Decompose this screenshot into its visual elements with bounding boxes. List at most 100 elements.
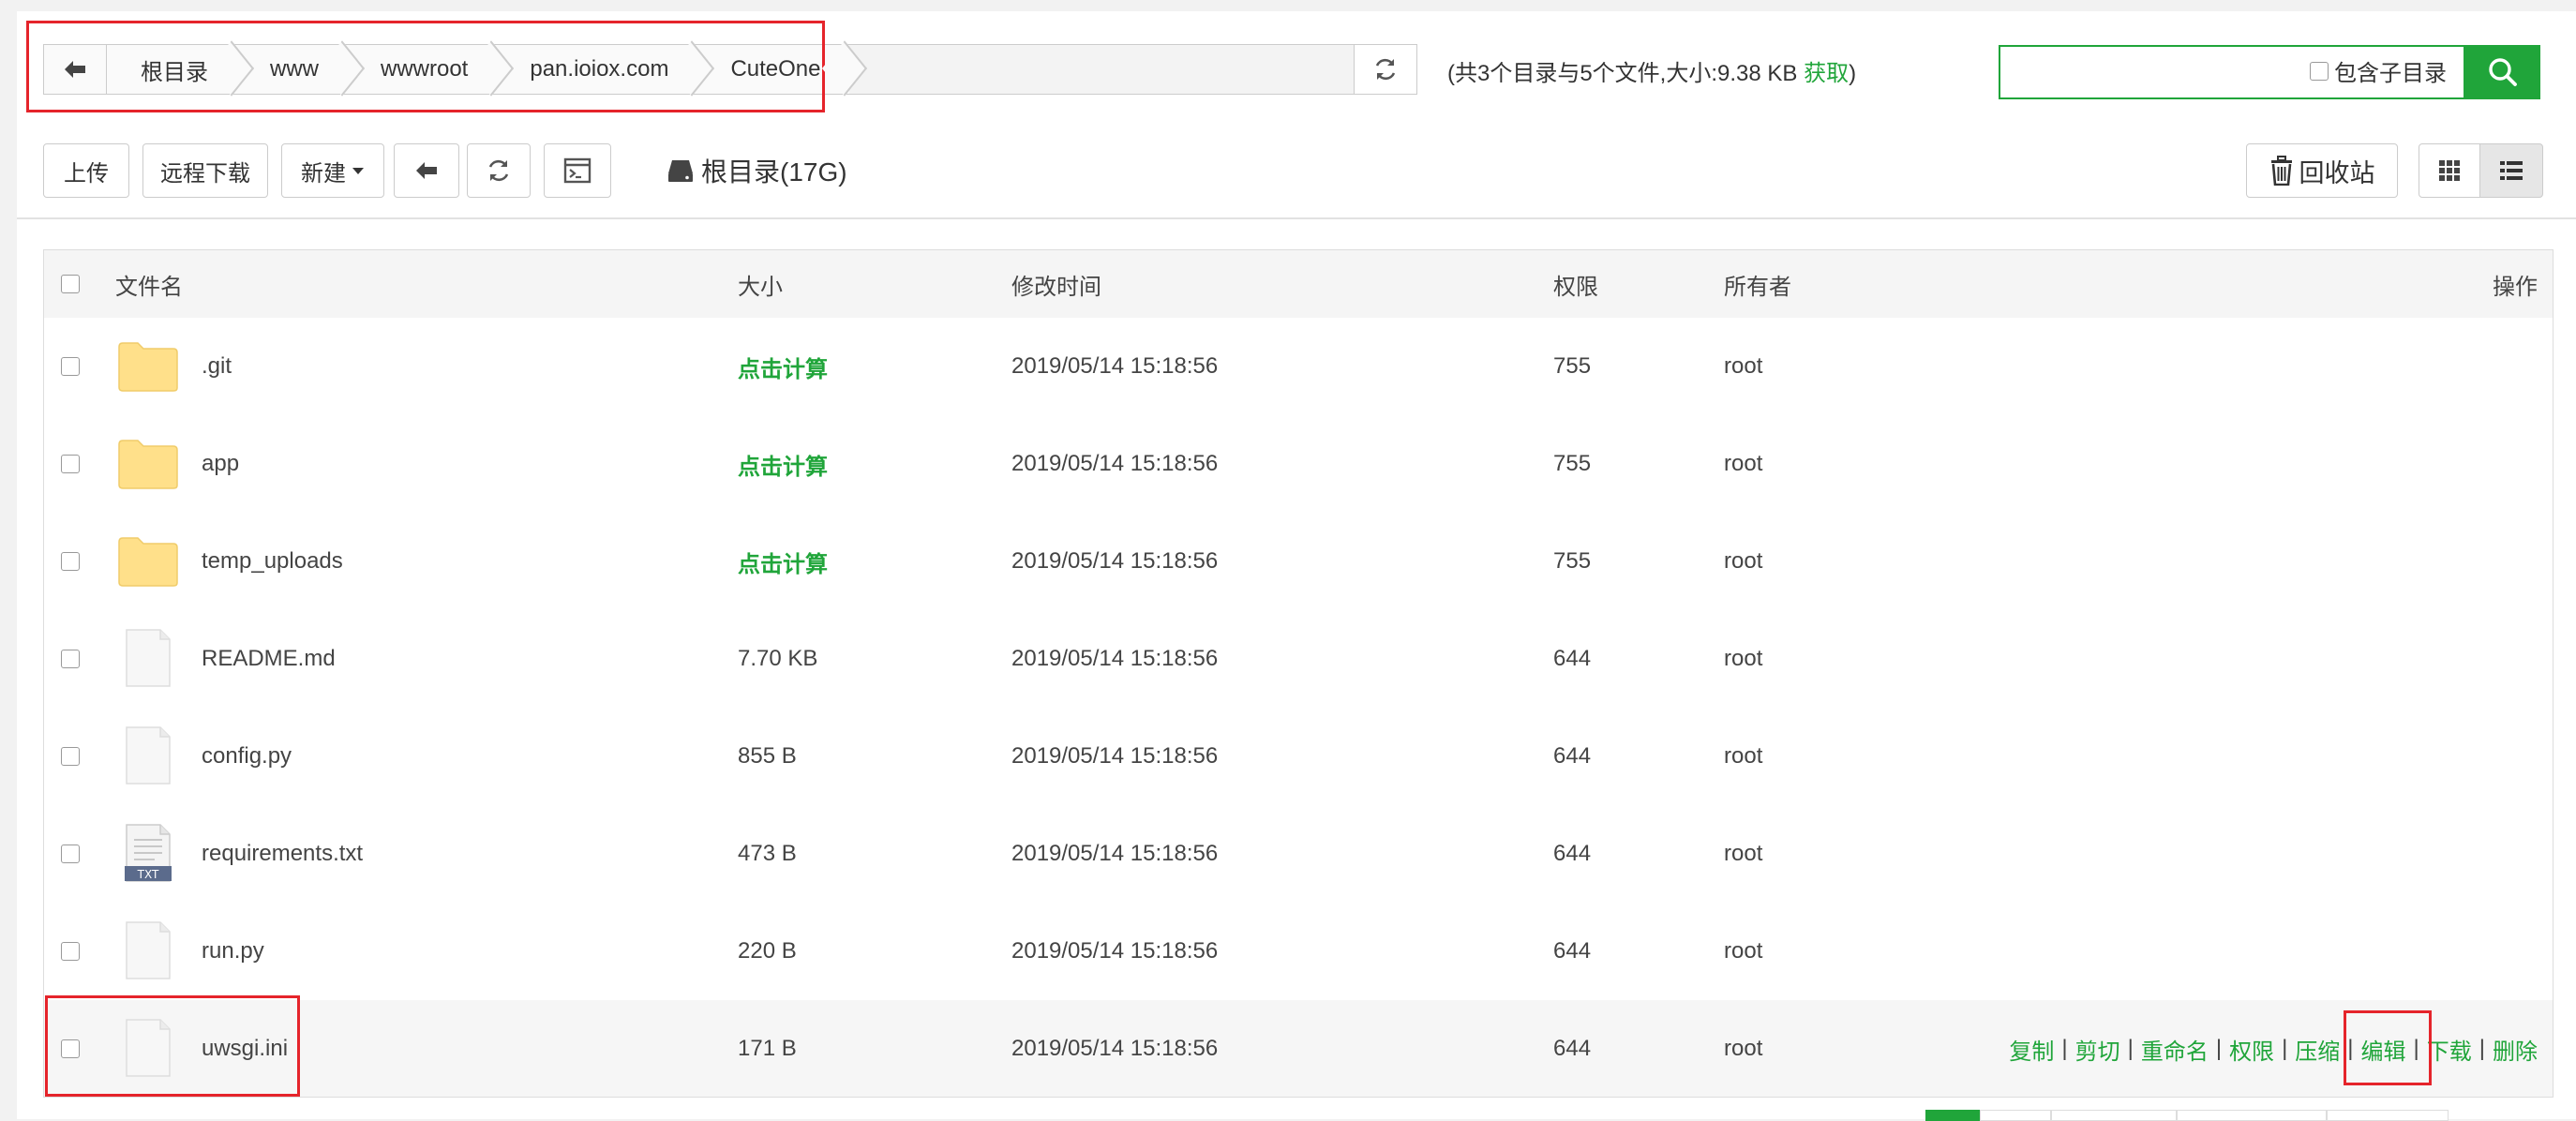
remote-download-button[interactable]: 远程下载 (142, 143, 268, 198)
directory-summary: (共3个目录与5个文件,大小:9.38 KB 获取) (1447, 61, 1857, 86)
file-name-link[interactable]: app (202, 451, 239, 477)
txt-file-icon: TXT (125, 824, 172, 882)
perm: 755 (1553, 548, 1592, 574)
breadcrumb-item-root[interactable]: 根目录 (107, 45, 236, 94)
owner: root (1724, 353, 1763, 379)
perm: 644 (1553, 646, 1592, 671)
grid-icon (2439, 160, 2460, 181)
select-all-checkbox[interactable] (61, 275, 80, 293)
include-subdir-option[interactable]: 包含子目录 (2310, 54, 2447, 87)
owner: root (1724, 646, 1763, 671)
terminal-icon (563, 157, 592, 184)
pagination-item[interactable] (2051, 1110, 2177, 1121)
perm: 644 (1553, 1036, 1592, 1061)
search-input[interactable] (2004, 51, 2308, 96)
calc-size-link[interactable]: 点击计算 (738, 415, 828, 513)
row-checkbox[interactable] (61, 650, 80, 668)
go-back-button[interactable] (394, 143, 459, 198)
row-checkbox[interactable] (61, 844, 80, 863)
perm: 755 (1553, 451, 1592, 476)
path-back-button[interactable] (44, 45, 107, 94)
header-mtime[interactable]: 修改时间 (1011, 250, 1101, 318)
recycle-bin-button[interactable]: 回收站 (2246, 143, 2398, 198)
pagination-current[interactable] (1925, 1110, 1980, 1121)
row-checkbox[interactable] (61, 552, 80, 571)
caret-down-icon (352, 168, 364, 174)
disk-selector[interactable]: 根目录(17G) (667, 152, 847, 189)
file-size: 855 B (738, 743, 797, 769)
file-icon (126, 629, 171, 687)
file-name-link[interactable]: temp_uploads (202, 548, 343, 575)
file-name-link[interactable]: uwsgi.ini (202, 1036, 288, 1062)
get-size-link[interactable]: 获取 (1804, 61, 1849, 86)
header-perm[interactable]: 权限 (1553, 250, 1598, 318)
pagination-item[interactable] (2177, 1110, 2327, 1121)
header-size[interactable]: 大小 (738, 250, 783, 318)
download-link[interactable]: 下载 (2427, 1033, 2472, 1066)
cut-link[interactable]: 剪切 (2075, 1033, 2120, 1066)
list-icon (2500, 161, 2523, 180)
terminal-button[interactable] (544, 143, 611, 198)
file-size: 171 B (738, 1036, 797, 1061)
txt-badge: TXT (137, 868, 159, 881)
new-dropdown-button[interactable]: 新建 (281, 143, 384, 198)
file-name-link[interactable]: README.md (202, 646, 336, 672)
header-name[interactable]: 文件名 (115, 250, 183, 318)
table-row[interactable]: temp_uploads 点击计算 2019/05/14 15:18:56 75… (44, 513, 2553, 611)
file-icon (126, 1019, 171, 1077)
compress-link[interactable]: 压缩 (2295, 1033, 2340, 1066)
mtime: 2019/05/14 15:18:56 (1011, 841, 1219, 866)
breadcrumb-item-cuteone[interactable]: CuteOne (696, 45, 849, 94)
list-view-button[interactable] (2479, 143, 2543, 198)
file-table: 文件名 大小 修改时间 权限 所有者 操作 .git 点击计算 2019/05/… (43, 249, 2554, 1098)
file-name-link[interactable]: requirements.txt (202, 841, 363, 867)
table-row[interactable]: config.py 855 B 2019/05/14 15:18:56 644 … (44, 708, 2553, 806)
path-bar: 根目录 www wwwroot pan.ioiox.com CuteOne (43, 44, 1417, 95)
row-checkbox[interactable] (61, 942, 80, 961)
search-button[interactable] (2465, 45, 2540, 99)
arrow-left-icon (65, 61, 85, 78)
table-row[interactable]: .git 点击计算 2019/05/14 15:18:56 755 root (44, 318, 2553, 416)
file-size: 7.70 KB (738, 646, 818, 671)
refresh-button[interactable] (467, 143, 531, 198)
file-name-link[interactable]: .git (202, 353, 232, 380)
owner: root (1724, 451, 1763, 476)
mtime: 2019/05/14 15:18:56 (1011, 353, 1219, 379)
mtime: 2019/05/14 15:18:56 (1011, 1036, 1219, 1061)
owner: root (1724, 743, 1763, 769)
delete-link[interactable]: 删除 (2493, 1033, 2538, 1066)
table-row[interactable]: app 点击计算 2019/05/14 15:18:56 755 root (44, 415, 2553, 514)
pagination-item[interactable] (1980, 1110, 2051, 1121)
row-actions: 复制 | 剪切 | 重命名 | 权限 | 压缩 | 编辑 | 下载 | 删除 (2009, 1000, 2538, 1097)
grid-view-button[interactable] (2419, 143, 2480, 198)
upload-button[interactable]: 上传 (43, 143, 129, 198)
calc-size-link[interactable]: 点击计算 (738, 318, 828, 415)
search-box: 包含子目录 (1999, 45, 2465, 99)
table-row[interactable]: run.py 220 B 2019/05/14 15:18:56 644 roo… (44, 903, 2553, 1001)
path-refresh-button[interactable] (1354, 45, 1416, 94)
table-row-selected[interactable]: uwsgi.ini 171 B 2019/05/14 15:18:56 644 … (44, 1000, 2553, 1097)
table-row[interactable]: README.md 7.70 KB 2019/05/14 15:18:56 64… (44, 610, 2553, 709)
row-checkbox[interactable] (61, 1039, 80, 1058)
owner: root (1724, 548, 1763, 574)
folder-icon (118, 537, 178, 587)
file-name-link[interactable]: run.py (202, 938, 264, 964)
file-name-link[interactable]: config.py (202, 743, 292, 770)
edit-link[interactable]: 编辑 (2361, 1033, 2406, 1066)
copy-link[interactable]: 复制 (2009, 1033, 2054, 1066)
breadcrumb-item-wwwroot[interactable]: wwwroot (347, 45, 497, 94)
header-owner[interactable]: 所有者 (1724, 250, 1791, 318)
hard-drive-icon (668, 160, 693, 182)
include-subdir-checkbox[interactable] (2310, 61, 2329, 81)
pagination-item[interactable] (2327, 1110, 2449, 1121)
row-checkbox[interactable] (61, 455, 80, 473)
row-checkbox[interactable] (61, 747, 80, 766)
calc-size-link[interactable]: 点击计算 (738, 513, 828, 610)
permission-link[interactable]: 权限 (2229, 1033, 2274, 1066)
rename-link[interactable]: 重命名 (2141, 1033, 2209, 1066)
breadcrumb-item-site[interactable]: pan.ioiox.com (496, 45, 697, 94)
breadcrumb: 根目录 www wwwroot pan.ioiox.com CuteOne (44, 45, 849, 94)
file-size: 220 B (738, 938, 797, 964)
table-row[interactable]: TXT requirements.txt 473 B 2019/05/14 15… (44, 805, 2553, 904)
row-checkbox[interactable] (61, 357, 80, 376)
